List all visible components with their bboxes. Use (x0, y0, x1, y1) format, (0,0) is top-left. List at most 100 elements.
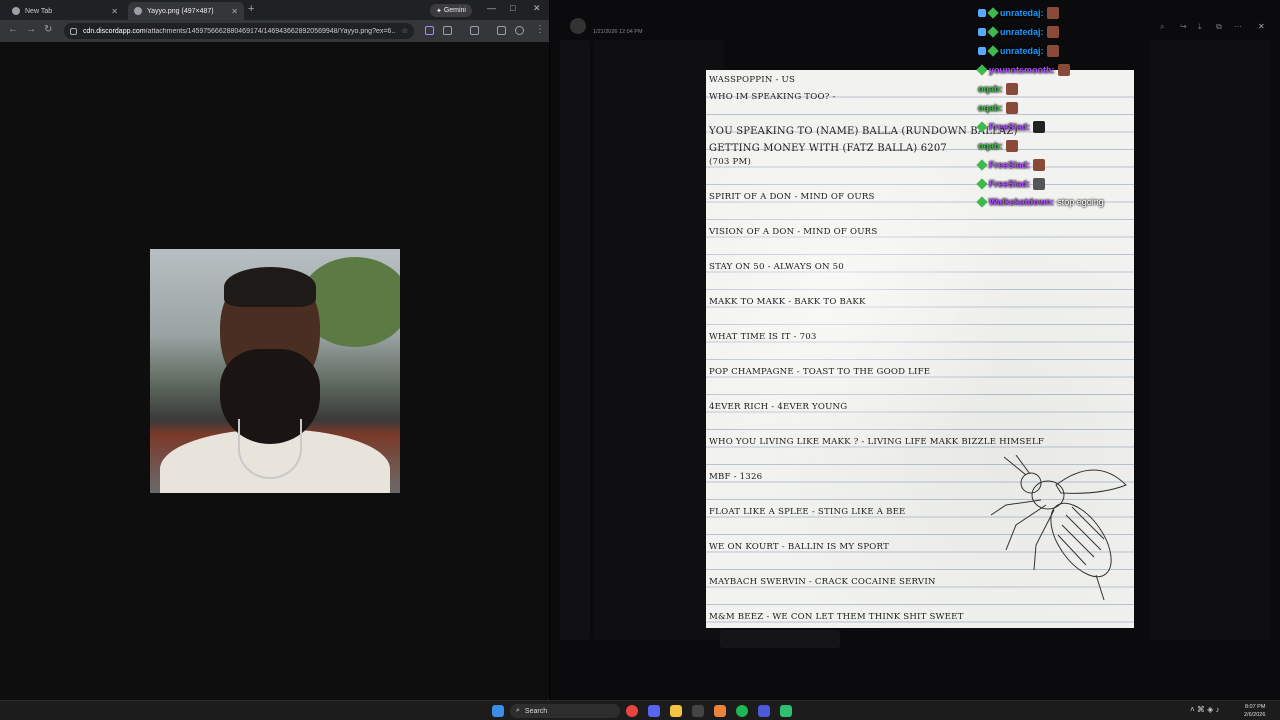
globe-icon (134, 7, 142, 15)
badge-icon (978, 47, 986, 55)
emote-icon (1033, 178, 1046, 190)
system-clock[interactable]: 8:07 PM 2/6/2026 (1244, 703, 1265, 719)
chat-message: unratedaj: (978, 26, 1059, 38)
spotify-icon[interactable] (736, 705, 748, 717)
chat-username[interactable]: oqab: (978, 103, 1003, 113)
chat-username[interactable]: FreeSlad: (989, 179, 1030, 189)
chat-username[interactable]: unratedaj: (1000, 27, 1044, 37)
chat-username[interactable]: oqab: (978, 141, 1003, 151)
close-icon[interactable]: ✕ (111, 7, 118, 16)
note-line: SPIRIT OF A DON - MIND OF OURS (709, 192, 875, 202)
clock-date: 2/6/2026 (1244, 712, 1266, 718)
chat-message: unratedaj: (978, 7, 1059, 19)
back-icon[interactable]: ← (8, 24, 18, 35)
app-icon[interactable] (692, 705, 704, 717)
minimize-icon[interactable]: — (487, 3, 496, 13)
extension-icon[interactable] (425, 26, 434, 35)
tab-new-tab[interactable]: New Tab ✕ (6, 2, 124, 20)
taskbar-search[interactable]: ⌕ Search (510, 704, 620, 718)
url-path: /attachments/1459756662880469174/1469436… (145, 27, 396, 35)
sidepanel-icon[interactable] (470, 26, 479, 35)
url-host: cdn.discordapp.com (83, 27, 146, 35)
chat-message: oqab: (978, 83, 1018, 95)
clock-time: 8:07 PM (1244, 704, 1266, 710)
new-tab-button[interactable]: + (248, 3, 254, 15)
sparkle-icon: ✦ (436, 7, 444, 15)
close-icon[interactable]: ✕ (231, 7, 238, 16)
chat-username[interactable]: oqab: (978, 84, 1003, 94)
maximize-icon[interactable]: □ (510, 3, 515, 13)
menu-icon[interactable]: ⋮ (535, 24, 545, 35)
more-icon[interactable]: ⋯ (1234, 22, 1242, 31)
browser-window: New Tab ✕ Yayyo.png (497×487) ✕ + ✦ Gemi… (0, 0, 549, 700)
emote-icon (1005, 83, 1018, 95)
note-line: MAKK TO MAKK - BAKK TO BAKK (709, 297, 866, 307)
note-line: GETTING MONEY WITH (FATZ BALLA) 6207 (709, 143, 947, 154)
close-window-icon[interactable]: ✕ (533, 3, 541, 14)
emote-icon (1046, 26, 1059, 38)
chrome-icon (12, 7, 20, 15)
search-icon: ⌕ (516, 707, 520, 714)
chat-username[interactable]: unratedaj: (1000, 46, 1044, 56)
chat-username[interactable]: FreeSlad: (989, 122, 1030, 132)
open-icon[interactable]: ⧉ (1216, 22, 1222, 32)
tray-icons[interactable]: ˄ ⌘ ◈ ♪ (1190, 705, 1220, 714)
forward-icon[interactable]: ↪ (1180, 22, 1187, 31)
badge-icon (976, 196, 988, 208)
chat-username[interactable]: FreeSlad: (989, 160, 1030, 170)
emote-icon (1005, 102, 1018, 114)
chat-message: younotsmooth: (976, 64, 1070, 76)
star-icon[interactable]: ☆ (402, 27, 408, 35)
download-icon[interactable] (497, 26, 506, 35)
chat-username[interactable]: Walkskatdown: (989, 197, 1054, 207)
member-list (1150, 40, 1270, 640)
chat-message: oqab: (978, 102, 1018, 114)
tab-label: New Tab (25, 7, 53, 15)
site-info-icon[interactable] (70, 27, 77, 35)
avatar (570, 18, 586, 34)
toolbar: ← → ↻ cdn.discordapp.com /attachments/14… (0, 20, 549, 42)
emote-icon (1033, 121, 1046, 133)
note-line: MBF - 1326 (709, 472, 763, 482)
emote-icon (1046, 45, 1059, 57)
note-line: WHAT TIME IS IT - 703 (709, 332, 817, 342)
chat-username[interactable]: unratedaj: (1000, 8, 1044, 18)
app-icon[interactable] (714, 705, 726, 717)
gemini-button[interactable]: ✦ Gemini (430, 4, 472, 17)
character-image[interactable] (150, 249, 400, 493)
note-line: 4EVER RICH - 4EVER YOUNG (709, 402, 848, 412)
zoom-icon[interactable]: ⌕ (1160, 22, 1164, 32)
badge-icon (987, 26, 999, 38)
windows-start-icon[interactable] (492, 705, 504, 717)
hair-shape (224, 267, 316, 307)
note-line: FLOAT LIKE A SPLEE - STING LIKE A BEE (709, 507, 906, 517)
app-icon[interactable] (758, 705, 770, 717)
badge-icon (978, 9, 986, 17)
channel-list (594, 40, 724, 640)
note-line: VISION OF A DON - MIND OF OURS (709, 227, 878, 237)
badge-icon (976, 121, 988, 133)
discord-icon[interactable] (648, 705, 660, 717)
close-icon[interactable]: ✕ (1258, 22, 1265, 31)
bee-drawing (990, 455, 1127, 601)
badge-icon (987, 45, 999, 57)
post-header: 1/21/2026 12:04 PM (560, 14, 680, 40)
download-icon[interactable]: ⤓ (1198, 22, 1202, 32)
chat-text: stop egoing (1057, 197, 1104, 207)
chrome-icon[interactable] (626, 705, 638, 717)
chat-message: Walkskatdown: stop egoing (976, 196, 1104, 208)
app-icon[interactable] (780, 705, 792, 717)
reload-icon[interactable]: ↻ (44, 24, 52, 35)
file-explorer-icon[interactable] (670, 705, 682, 717)
puzzle-icon[interactable] (443, 26, 452, 35)
emote-icon (1033, 159, 1046, 171)
forward-icon[interactable]: → (26, 24, 36, 35)
chat-username[interactable]: younotsmooth: (989, 65, 1055, 75)
badge-icon (978, 28, 986, 36)
profile-icon[interactable] (515, 26, 524, 35)
address-bar[interactable]: cdn.discordapp.com /attachments/14597566… (64, 23, 414, 39)
tab-yayyo[interactable]: Yayyo.png (497×487) ✕ (128, 2, 244, 20)
badge-icon (976, 159, 988, 171)
chat-message: oqab: (978, 140, 1018, 152)
post-date: 1/21/2026 12:04 PM (593, 29, 643, 35)
